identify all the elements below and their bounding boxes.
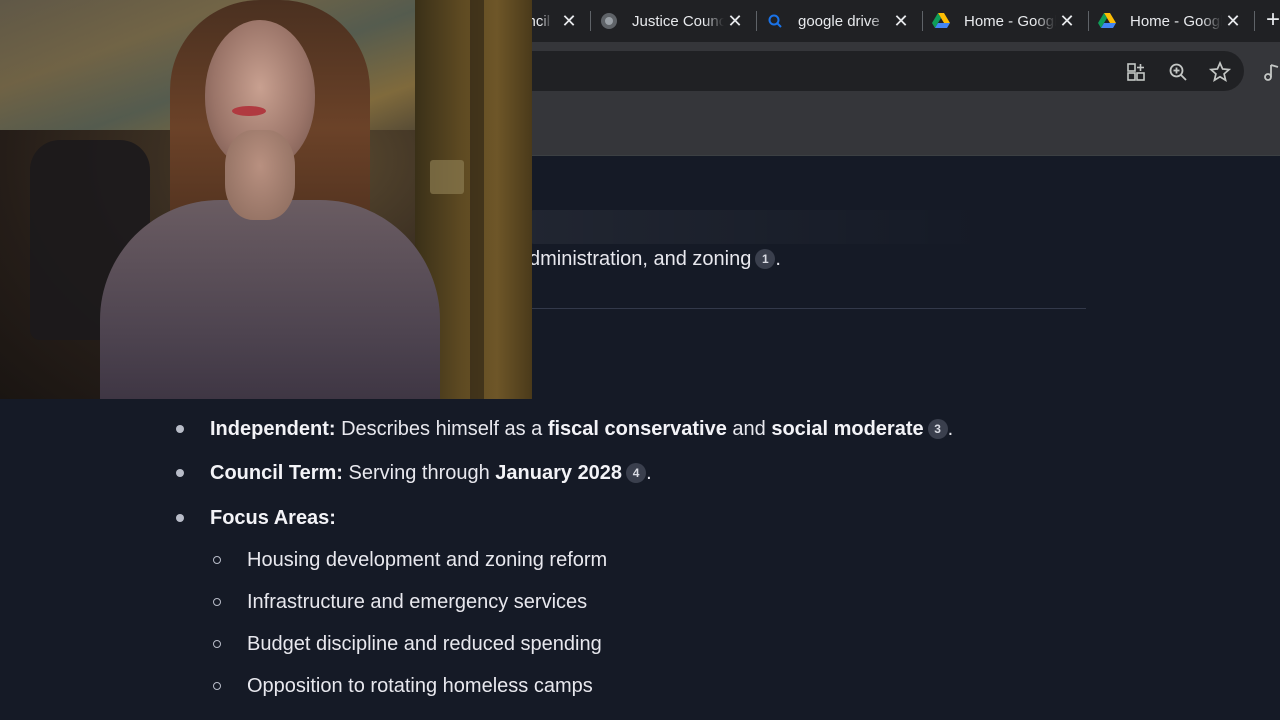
paragraph-end: .: [775, 248, 781, 270]
media-icon[interactable]: [1262, 59, 1280, 85]
tab-google-drive-search[interactable]: google drive ✕: [766, 6, 910, 36]
tab-justice-council[interactable]: Justice Council ✕: [600, 6, 744, 36]
sub-item-text: Infrastructure and emergency services: [247, 591, 588, 613]
new-tab-button[interactable]: +: [1266, 8, 1280, 32]
citation-badge[interactable]: 4: [626, 463, 647, 483]
circle-bullet-icon: [213, 682, 221, 690]
item-label: Focus Areas:: [210, 507, 336, 529]
item-bold-text: fiscal conservative: [547, 418, 727, 440]
tab-separator: [756, 11, 757, 31]
citation-badge[interactable]: 3: [927, 419, 948, 439]
apps-icon[interactable]: [1123, 59, 1149, 85]
person-lips: [232, 106, 266, 116]
bullet-icon: [176, 469, 184, 477]
search-icon: [766, 12, 784, 30]
section-divider: [530, 308, 1086, 309]
bullet-icon: [176, 425, 184, 433]
item-text: Describes himself as a: [335, 418, 548, 440]
close-icon[interactable]: ✕: [726, 11, 744, 31]
tab-title: google drive: [798, 12, 880, 30]
tab-title: Home - Google Drive: [1130, 12, 1222, 30]
item-label: Council Term:: [210, 462, 343, 484]
close-icon[interactable]: ✕: [892, 11, 910, 31]
paragraph-text-span: dministration, and zoning: [529, 248, 752, 270]
tab-separator: [922, 11, 923, 31]
item-bold-text: social moderate: [771, 418, 924, 440]
bullet-icon: [176, 514, 184, 522]
person-body: [100, 200, 440, 399]
tab-home-google-drive[interactable]: Home - Google Drive ✕: [932, 6, 1076, 36]
tab-separator: [590, 11, 591, 31]
tab-title: Home - Google Drive: [964, 12, 1056, 30]
circle-bullet-icon: [213, 556, 221, 564]
justice-icon: [600, 12, 618, 30]
close-icon[interactable]: ✕: [560, 11, 578, 31]
google-drive-icon: [1098, 12, 1116, 30]
webcam-overlay: [0, 0, 532, 399]
tab-separator: [1254, 11, 1255, 31]
item-label: Independent:: [210, 418, 336, 440]
light-switch: [430, 160, 464, 194]
close-icon[interactable]: ✕: [1224, 11, 1242, 31]
sub-item-text: Housing development and zoning reform: [247, 549, 608, 571]
close-icon[interactable]: ✕: [1058, 11, 1076, 31]
tab-title: Justice Council: [632, 12, 724, 30]
paragraph-text: dministration, and zoning 1.: [529, 246, 781, 272]
sub-item-text: Budget discipline and reduced spending: [247, 633, 602, 655]
section-heading: [530, 210, 990, 244]
zoom-icon[interactable]: [1165, 59, 1191, 85]
star-icon[interactable]: [1207, 59, 1233, 85]
tab-home-google-drive-2[interactable]: Home - Google Drive ✕: [1098, 6, 1242, 36]
item-end: .: [947, 418, 954, 440]
tab-separator: [1088, 11, 1089, 31]
circle-bullet-icon: [213, 598, 221, 606]
person-hand: [225, 130, 295, 220]
item-text: Serving through: [342, 462, 496, 484]
google-drive-icon: [932, 12, 950, 30]
item-end: .: [646, 462, 652, 484]
door-frame: [470, 0, 484, 399]
sub-item-text: Opposition to rotating homeless camps: [247, 675, 593, 697]
item-bold-text: January 2028: [495, 462, 623, 484]
circle-bullet-icon: [213, 640, 221, 648]
citation-badge[interactable]: 1: [755, 249, 776, 269]
item-text: and: [726, 418, 772, 440]
